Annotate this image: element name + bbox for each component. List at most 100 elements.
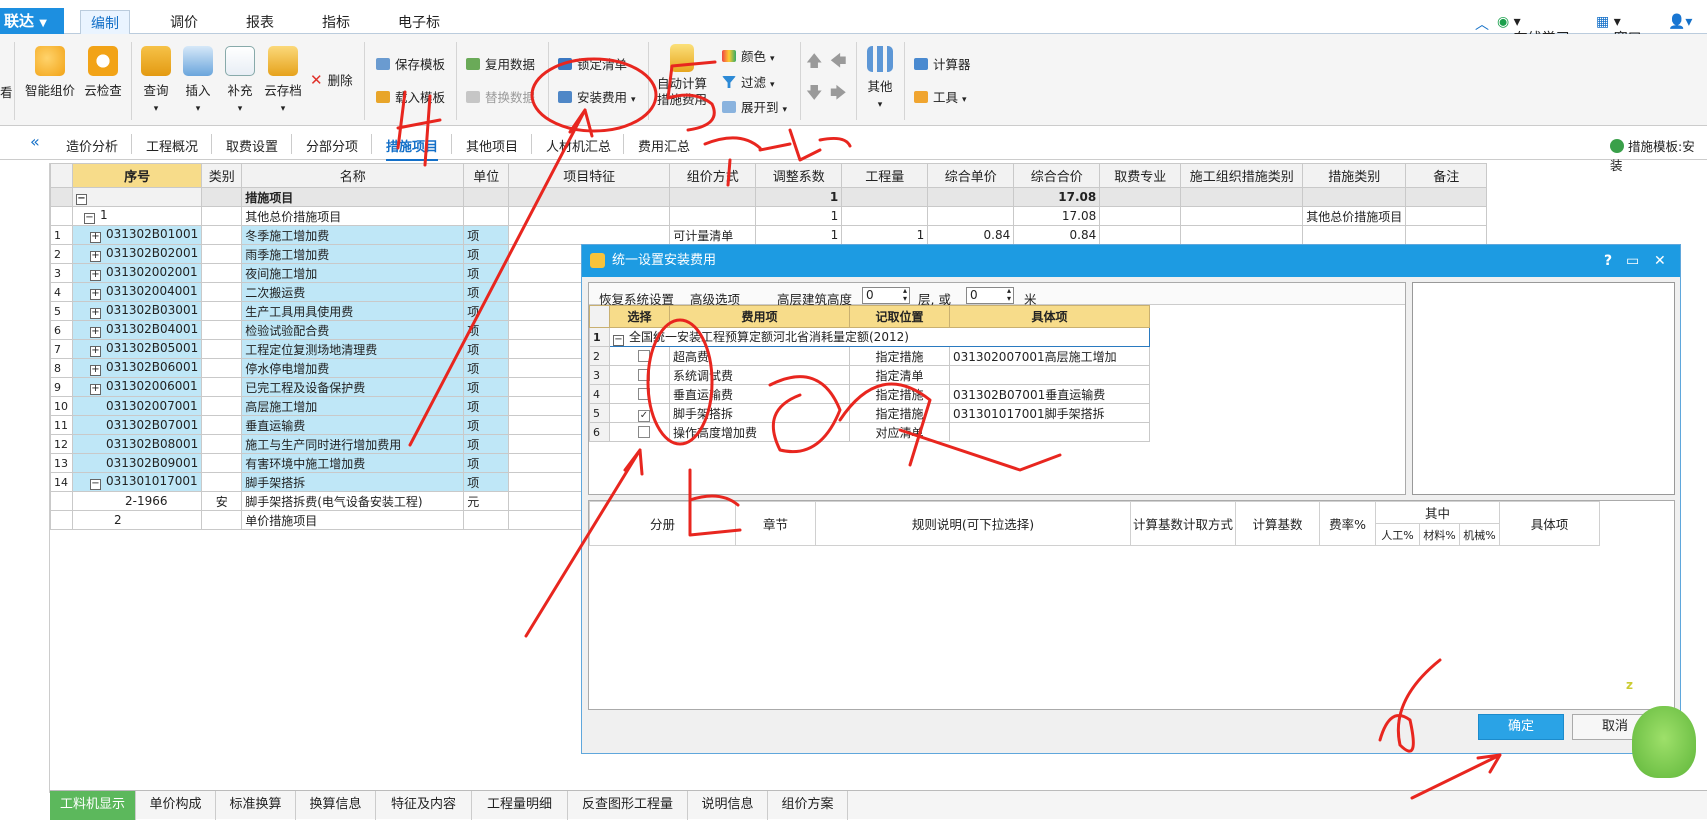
cell-seq[interactable]: − — [71, 187, 203, 207]
tab-measure-items[interactable]: 措施项目 — [386, 136, 439, 161]
cell-name[interactable]: 雨季施工增加费 — [241, 244, 465, 264]
cell-name[interactable]: 高层施工增加 — [241, 396, 465, 416]
cell-name[interactable]: 冬季施工增加费 — [241, 225, 465, 245]
cell-unit[interactable]: 项 — [463, 339, 510, 359]
expand-icon[interactable]: + — [90, 270, 101, 281]
load-template-button[interactable]: 载入模板 — [376, 87, 445, 106]
cell-cat[interactable] — [201, 339, 243, 359]
cell-unit[interactable]: 项 — [463, 225, 510, 245]
cell-unit[interactable]: 项 — [463, 396, 510, 416]
col-header[interactable]: 综合单价 — [927, 163, 1015, 188]
col-header[interactable]: 工程量 — [841, 163, 929, 188]
cell-method[interactable]: 可计量清单 — [669, 225, 757, 245]
fee-checkbox[interactable] — [638, 388, 650, 400]
cell-seq[interactable]: 2 — [71, 510, 203, 530]
expand-icon[interactable]: + — [90, 346, 101, 357]
cell-org[interactable] — [1180, 225, 1304, 245]
fee-row[interactable]: 5 ✓ 脚手架搭拆 指定措施 031301017001脚手架搭拆 — [589, 403, 1150, 423]
cell-prof[interactable] — [1099, 187, 1182, 207]
cell-name[interactable]: 二次搬运费 — [241, 282, 465, 302]
cell-note[interactable] — [1405, 206, 1488, 226]
cell-unit[interactable]: 项 — [463, 377, 510, 397]
col-header[interactable]: 调整系数 — [755, 163, 843, 188]
fee-pos[interactable]: 对应清单 — [849, 422, 950, 442]
cell-name[interactable]: 有害环境中施工增加费 — [241, 453, 465, 473]
fee-item[interactable]: 031302B07001垂直运输费 — [949, 384, 1150, 404]
btab-features[interactable]: 特征及内容 — [376, 791, 472, 820]
col-header[interactable]: 名称 — [241, 163, 465, 188]
expand-icon[interactable]: + — [90, 327, 101, 338]
fee-row[interactable]: 6 操作高度增加费 对应清单 — [589, 422, 1150, 442]
measure-template-indicator[interactable]: 措施模板:安装 — [1610, 136, 1707, 174]
cell-total[interactable]: 0.84 — [1013, 225, 1101, 245]
cell-seq[interactable]: −031301017001 — [71, 472, 203, 492]
col-header[interactable]: 综合合价 — [1013, 163, 1101, 188]
tab-fee-settings[interactable]: 取费设置 — [226, 136, 278, 155]
help-icon[interactable]: ? — [1604, 245, 1612, 277]
fee-name[interactable]: 系统调试费 — [669, 365, 850, 385]
fee-item[interactable] — [949, 365, 1150, 385]
cell-unit[interactable]: 项 — [463, 320, 510, 340]
tab-project-overview[interactable]: 工程概况 — [146, 136, 198, 155]
col-header[interactable]: 序号 — [71, 163, 203, 188]
fee-checkbox[interactable] — [638, 369, 650, 381]
fee-pos[interactable]: 指定措施 — [849, 384, 950, 404]
tab-other-items[interactable]: 其他项目 — [466, 136, 518, 155]
collapse-icon[interactable]: − — [84, 213, 95, 224]
fee-item[interactable] — [949, 422, 1150, 442]
fee-row[interactable]: 1− 全国统一安装工程预算定额河北省消耗量定额(2012) — [589, 327, 1150, 347]
cell-unit[interactable]: 项 — [463, 434, 510, 454]
cell-cat[interactable] — [201, 510, 243, 530]
supplement-button[interactable]: 补充 ▾ — [222, 46, 258, 114]
tab-cost-analysis[interactable]: 造价分析 — [66, 136, 118, 155]
reuse-data-button[interactable]: 复用数据 — [466, 54, 535, 73]
cell-seq[interactable]: +031302006001 — [71, 377, 203, 397]
cell-seq[interactable]: +031302B01001 — [71, 225, 203, 245]
cell-method[interactable] — [669, 187, 757, 207]
cell-name[interactable]: 检验试验配合费 — [241, 320, 465, 340]
cell-unit[interactable]: 项 — [463, 358, 510, 378]
cell-cat[interactable] — [201, 206, 243, 226]
tab-labor-material-summary[interactable]: 人材机汇总 — [546, 136, 611, 155]
cell-unit[interactable]: 项 — [463, 453, 510, 473]
cell-seq[interactable]: +031302004001 — [71, 282, 203, 302]
cell-org[interactable] — [1180, 206, 1304, 226]
window-menu-button[interactable]: ▦ 窗口 ▾ — [1596, 14, 1642, 47]
cell-cat[interactable] — [201, 320, 243, 340]
cell-qty[interactable]: 1 — [841, 225, 929, 245]
expand-icon[interactable]: + — [90, 365, 101, 376]
cell-unit[interactable]: 项 — [463, 244, 510, 264]
cell-coef[interactable]: 1 — [755, 187, 843, 207]
cell-cat[interactable] — [201, 244, 243, 264]
cell-seq[interactable]: 2-1966 — [71, 491, 203, 511]
user-icon[interactable]: 👤▾ — [1668, 14, 1692, 30]
cell-name[interactable]: 脚手架搭拆 — [241, 472, 465, 492]
fee-row[interactable]: 4 垂直运输费 指定措施 031302B07001垂直运输费 — [589, 384, 1150, 404]
color-button[interactable]: 颜色 ▾ — [722, 46, 775, 65]
cell-prof[interactable] — [1099, 206, 1182, 226]
view-button[interactable]: 看 — [0, 82, 13, 101]
cell-feat[interactable] — [508, 187, 671, 207]
cell-cat[interactable] — [201, 263, 243, 283]
delete-button[interactable]: ✕ 删除 — [310, 70, 353, 89]
btab-quantity-detail[interactable]: 工程量明细 — [472, 791, 568, 820]
tools-button[interactable]: 工具 ▾ — [914, 87, 967, 106]
cell-coef[interactable]: 1 — [755, 225, 843, 245]
cell-feat[interactable] — [508, 206, 671, 226]
cell-name[interactable]: 施工与生产同时进行增加费用 — [241, 434, 465, 454]
lock-list-button[interactable]: 锁定清单 — [558, 54, 627, 73]
expand-icon[interactable]: + — [90, 384, 101, 395]
cell-seq[interactable]: 031302B07001 — [71, 415, 203, 435]
cell-price[interactable] — [927, 206, 1015, 226]
maximize-icon[interactable]: ▭ — [1626, 245, 1639, 277]
cell-name[interactable]: 停水停电增加费 — [241, 358, 465, 378]
cell-name[interactable]: 夜间施工增加 — [241, 263, 465, 283]
tab-division-items[interactable]: 分部分项 — [306, 136, 358, 155]
cell-method[interactable] — [669, 206, 757, 226]
cell-cat[interactable] — [201, 472, 243, 492]
table-row[interactable]: −1 其他总价措施项目 1 17.08 其他总价措施项目 — [50, 206, 1488, 226]
cell-seq[interactable]: 031302B08001 — [71, 434, 203, 454]
chevron-up-icon[interactable]: ︿ — [1475, 14, 1489, 34]
col-header[interactable]: 项目特征 — [508, 163, 671, 188]
expand-icon[interactable]: + — [90, 308, 101, 319]
